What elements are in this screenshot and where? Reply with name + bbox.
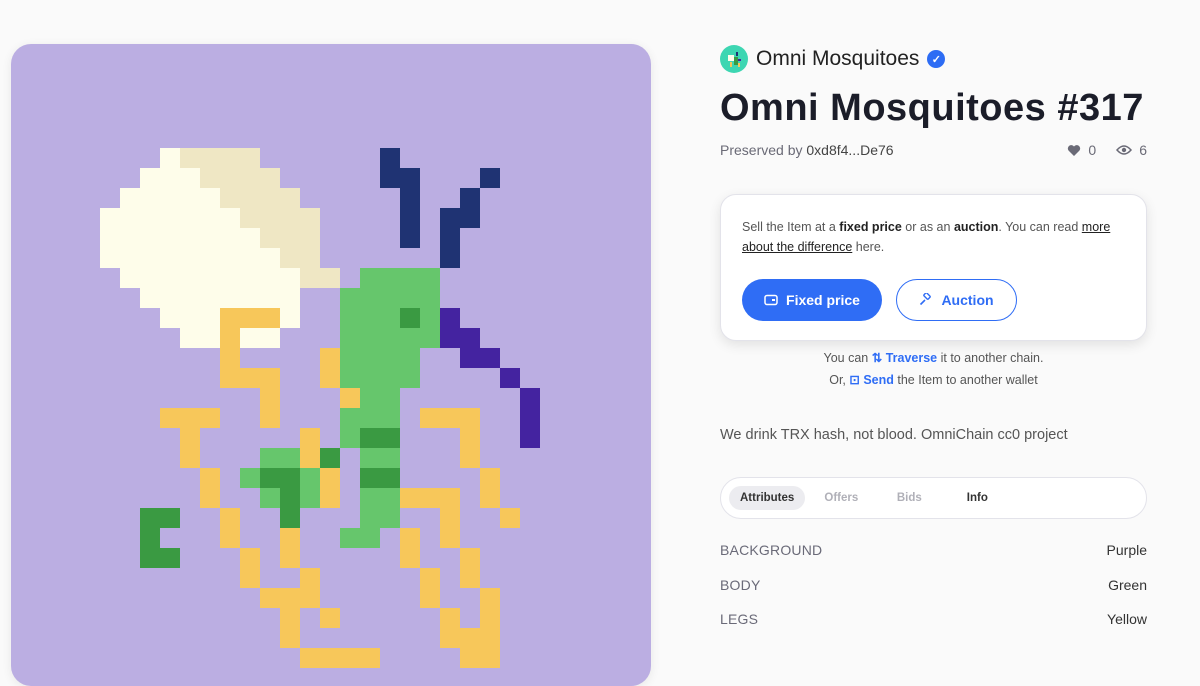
- nft-artwork[interactable]: [11, 44, 651, 686]
- transfer-options: You can ⇅ Traverse it to another chain. …: [720, 347, 1147, 391]
- fixed-price-bold: fixed price: [839, 220, 902, 234]
- traverse-post: it to another chain.: [937, 351, 1044, 365]
- sell-text-3: . You can read: [998, 220, 1082, 234]
- send-icon: ⊡: [849, 373, 864, 387]
- traverse-link[interactable]: ⇅ Traverse: [872, 351, 937, 365]
- tab-bids[interactable]: Bids: [877, 486, 941, 510]
- views-stat: 6: [1116, 142, 1147, 158]
- send-link[interactable]: ⊡ Send: [849, 373, 894, 387]
- traverse-label: Traverse: [885, 351, 938, 365]
- collection-header[interactable]: Omni Mosquitoes ✓: [720, 44, 1147, 74]
- item-details: Omni Mosquitoes ✓ Omni Mosquitoes #317 P…: [720, 44, 1147, 637]
- verified-check-icon: ✓: [927, 50, 946, 68]
- traverse-pre: You can: [823, 351, 872, 365]
- attribute-row: BACKGROUND Purple: [720, 533, 1147, 568]
- wallet-icon: [764, 294, 778, 306]
- collection-name[interactable]: Omni Mosquitoes: [756, 47, 919, 71]
- heart-icon: [1068, 144, 1081, 156]
- attribute-value: Purple: [1106, 542, 1147, 559]
- mosquito-icon: [728, 52, 741, 67]
- likes-count: 0: [1088, 142, 1097, 158]
- auction-bold: auction: [953, 220, 999, 234]
- views-count: 6: [1139, 142, 1147, 158]
- gavel-icon: [920, 293, 932, 306]
- sell-panel: Sell the Item at a fixed price or as an …: [720, 194, 1147, 341]
- likes-stat[interactable]: 0: [1067, 142, 1096, 158]
- send-line: Or, ⊡ Send the Item to another wallet: [720, 369, 1147, 391]
- send-pre: Or,: [829, 373, 850, 387]
- item-description: We drink TRX hash, not blood. OmniChain …: [720, 427, 1068, 443]
- fixed-price-button[interactable]: Fixed price: [742, 279, 882, 321]
- item-meta: Preserved by 0xd8f4...De76 0 6: [720, 142, 1147, 158]
- fixed-price-label: Fixed price: [786, 292, 860, 308]
- owner-line: Preserved by 0xd8f4...De76: [720, 142, 894, 158]
- detail-tabs: Attributes Offers Bids Info: [720, 477, 1147, 519]
- auction-button[interactable]: Auction: [896, 279, 1017, 321]
- tab-offers[interactable]: Offers: [809, 486, 873, 510]
- send-label: Send: [863, 373, 894, 387]
- send-post: the Item to another wallet: [893, 373, 1038, 387]
- attribute-value: Yellow: [1107, 611, 1147, 628]
- sell-buttons: Fixed price Auction: [742, 279, 1126, 321]
- attribute-row: LEGS Yellow: [720, 602, 1147, 637]
- collection-avatar[interactable]: [720, 45, 748, 73]
- item-title: Omni Mosquitoes #317: [720, 87, 1144, 129]
- attribute-key: BODY: [720, 576, 761, 593]
- sell-description: Sell the Item at a fixed price or as an …: [742, 217, 1126, 257]
- attribute-value: Green: [1108, 576, 1147, 593]
- tab-attributes[interactable]: Attributes: [729, 486, 806, 510]
- attribute-row: BODY Green: [720, 568, 1147, 603]
- owner-address[interactable]: 0xd8f4...De76: [806, 142, 893, 158]
- item-stats: 0 6: [1067, 142, 1147, 158]
- mosquito-pixel-art: [100, 148, 540, 668]
- sell-text-2: or as an: [901, 220, 954, 234]
- auction-label: Auction: [941, 292, 994, 308]
- preserved-label: Preserved by: [720, 142, 803, 158]
- traverse-line: You can ⇅ Traverse it to another chain.: [720, 347, 1147, 369]
- attribute-key: LEGS: [720, 611, 759, 628]
- sell-text-1: Sell the Item at a: [742, 220, 840, 234]
- attribute-key: BACKGROUND: [720, 542, 823, 559]
- eye-icon: [1116, 145, 1133, 155]
- attributes-list: BACKGROUND Purple BODY Green LEGS Yellow: [720, 533, 1147, 637]
- traverse-icon: ⇅: [871, 351, 886, 365]
- tab-info[interactable]: Info: [945, 486, 1009, 510]
- sell-text-4: here.: [852, 240, 885, 254]
